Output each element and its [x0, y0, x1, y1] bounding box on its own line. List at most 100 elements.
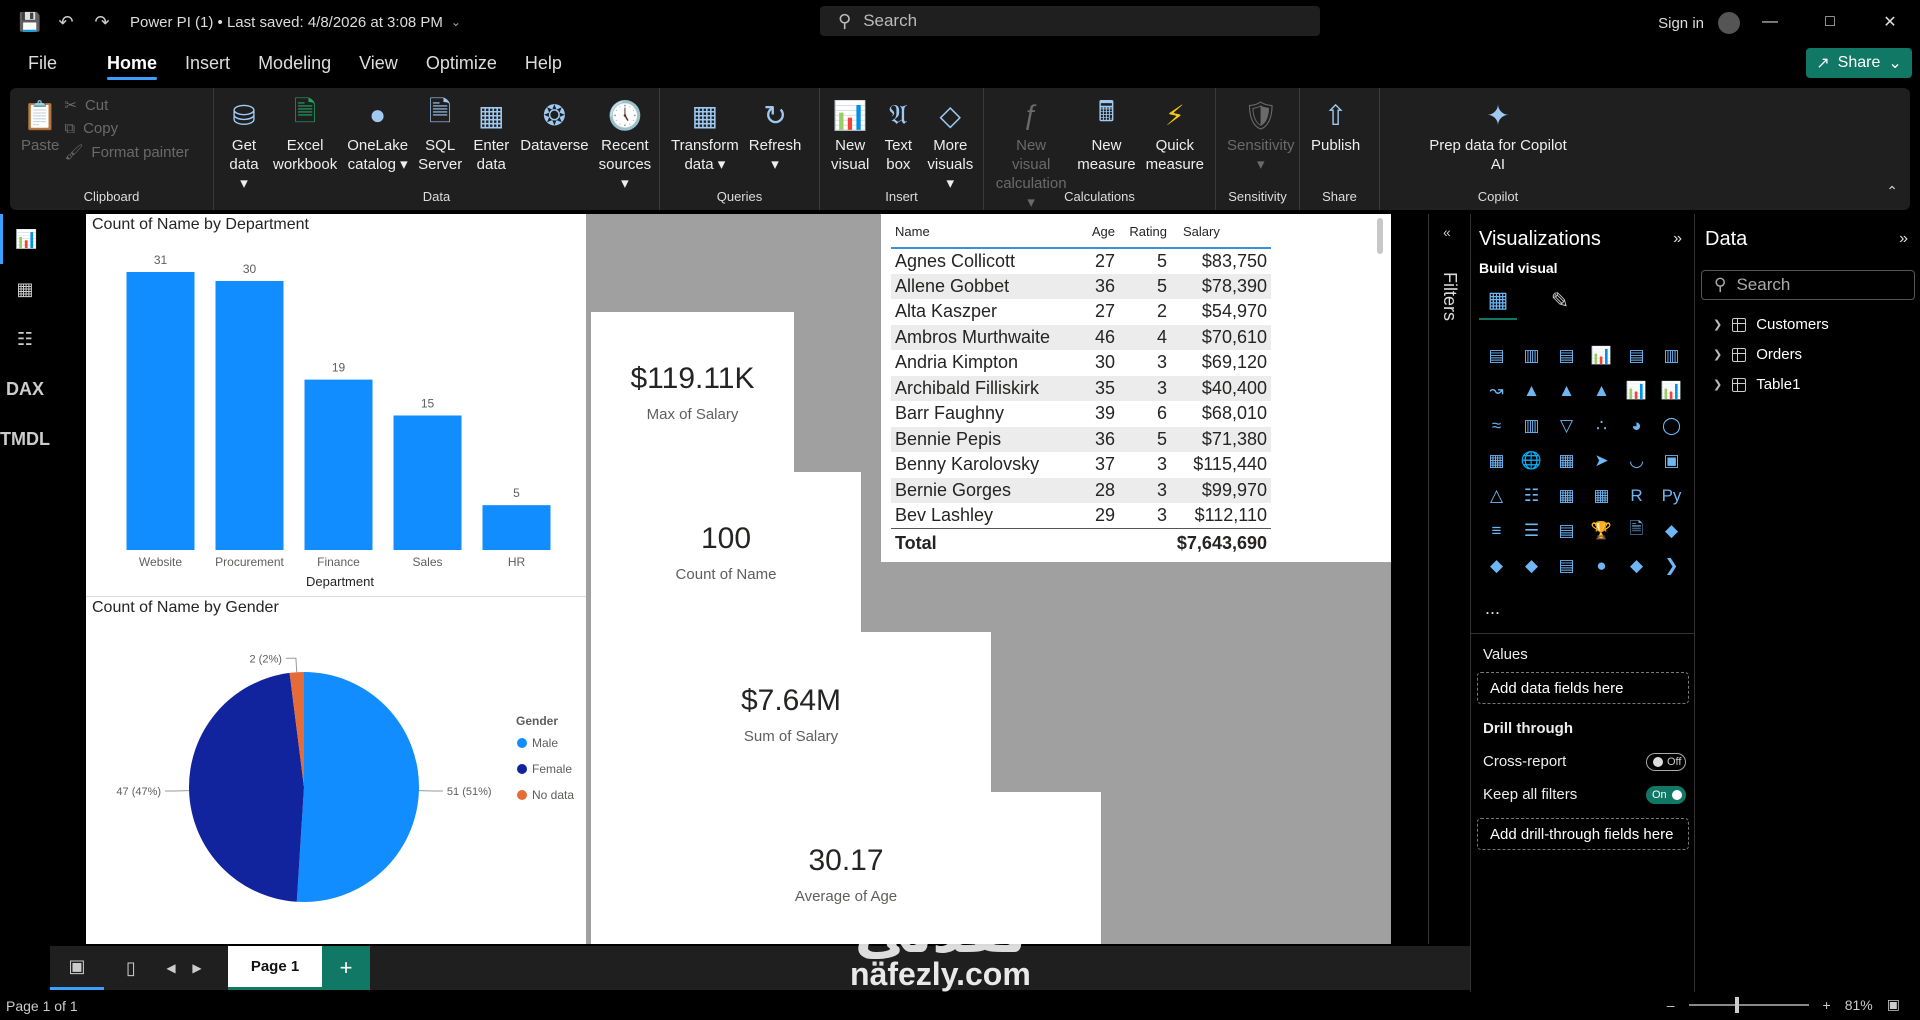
undo-icon[interactable]: ↶ — [48, 4, 84, 40]
copy-button[interactable]: ⧉ Copy — [64, 120, 189, 137]
sql-server-button[interactable]: 🗎 SQL Server — [413, 96, 467, 174]
clustered-bar-icon[interactable]: ▤ — [1549, 338, 1584, 373]
stacked-area-icon[interactable]: ▲ — [1549, 373, 1584, 408]
paste-button[interactable]: 📋 Paste — [16, 96, 64, 155]
menu-help[interactable]: Help — [511, 44, 576, 82]
map-icon[interactable]: 🌐 — [1514, 443, 1549, 478]
column-header[interactable]: Salary — [1171, 220, 1271, 249]
publish-button[interactable]: ⇧ Publish — [1306, 96, 1365, 155]
chevron-right-icon[interactable]: » — [1899, 230, 1908, 248]
card-max-salary[interactable]: $119.11K Max of Salary — [591, 312, 794, 472]
column-header[interactable]: Rating — [1119, 220, 1171, 249]
add-page-button[interactable]: + — [322, 946, 370, 990]
zoom-in-icon[interactable]: + — [1823, 997, 1831, 1013]
card-count-name[interactable]: 100 Count of Name — [591, 472, 861, 632]
zoom-slider[interactable] — [1688, 996, 1809, 1013]
paginated-report-icon[interactable]: 🗎 — [1619, 513, 1654, 548]
build-visual-tab[interactable]: ▦ — [1479, 282, 1517, 320]
donut-icon[interactable]: ◯ — [1654, 408, 1689, 443]
column-header[interactable]: Name — [891, 220, 1075, 249]
fit-page-icon[interactable]: ▣ — [1887, 996, 1900, 1013]
slicer-icon[interactable]: ☷ — [1514, 478, 1549, 513]
minimize-icon[interactable]: — — [1740, 0, 1800, 44]
table-row[interactable]: Bennie Pepis 36 5 $71,380 — [891, 426, 1271, 452]
enter-data-button[interactable]: ▦ Enter data — [467, 96, 515, 174]
save-icon[interactable]: 💾 — [12, 4, 48, 40]
waterfall-icon[interactable]: ▥ — [1514, 408, 1549, 443]
keep-all-filters-toggle[interactable]: On — [1646, 786, 1686, 804]
treemap-icon[interactable]: ▦ — [1479, 443, 1514, 478]
new-visual-button[interactable]: 📊 New visual — [826, 96, 874, 174]
share-button[interactable]: ↗ Share ⌄ — [1806, 48, 1912, 78]
card-icon[interactable]: ▣ — [1654, 443, 1689, 478]
model-view-icon[interactable]: ☷ — [0, 314, 50, 364]
metrics-icon[interactable]: ❯ — [1654, 548, 1689, 583]
power-automate-icon[interactable]: ◆ — [1479, 548, 1514, 583]
filters-label[interactable]: Filters — [1439, 272, 1460, 321]
table-scrollbar[interactable] — [1377, 218, 1383, 254]
kpi-icon[interactable]: △ — [1479, 478, 1514, 513]
key-influencers-icon[interactable]: ≡ — [1479, 513, 1514, 548]
page-tab-1[interactable]: Page 1 — [228, 946, 322, 990]
sign-in[interactable]: Sign in — [1658, 12, 1740, 34]
report-view-icon[interactable]: 📊 — [0, 214, 50, 264]
card-average-age[interactable]: 30.17 Average of Age — [591, 792, 1101, 944]
redo-icon[interactable]: ↷ — [84, 4, 120, 40]
more-visuals-ellipsis[interactable]: ... — [1485, 598, 1500, 619]
chevron-right-icon[interactable]: » — [1673, 230, 1682, 248]
chevron-left-icon[interactable]: « — [1443, 224, 1451, 240]
filled-map-icon[interactable]: ▦ — [1549, 443, 1584, 478]
table-row[interactable]: Benny Karolovsky 37 3 $115,440 — [891, 452, 1271, 478]
tree-item-customers[interactable]: ❯ Customers — [1713, 316, 1829, 333]
image-icon[interactable]: ▤ — [1549, 548, 1584, 583]
desktop-layout-icon[interactable]: ▣ — [50, 946, 104, 990]
zoom-slider-thumb[interactable] — [1734, 996, 1739, 1013]
menu-optimize[interactable]: Optimize — [412, 44, 511, 82]
100-bar-icon[interactable]: ▤ — [1619, 338, 1654, 373]
onelake-catalog-button[interactable]: ● OneLake catalog ▾ — [342, 96, 413, 174]
stacked-column-icon[interactable]: ▥ — [1514, 338, 1549, 373]
refresh-button[interactable]: ↻ Refresh ▾ — [744, 96, 807, 174]
table-row[interactable]: Bernie Gorges 28 3 $99,970 — [891, 477, 1271, 503]
scatter-icon[interactable]: ∴ — [1584, 408, 1619, 443]
zoom-out-icon[interactable]: – — [1667, 997, 1675, 1013]
menu-view[interactable]: View — [345, 44, 412, 82]
menu-file[interactable]: File — [14, 44, 71, 82]
power-apps-icon[interactable]: ◆ — [1654, 513, 1689, 548]
100-column-icon[interactable]: ▥ — [1654, 338, 1689, 373]
values-well[interactable]: Add data fields here — [1477, 672, 1689, 704]
area-chart-icon[interactable]: ▲ — [1514, 373, 1549, 408]
menu-home[interactable]: Home — [93, 44, 171, 82]
chevron-right-icon[interactable]: ▶ — [184, 946, 210, 990]
matrix-icon[interactable]: ▦ — [1584, 478, 1619, 513]
close-icon[interactable]: ✕ — [1860, 0, 1920, 44]
card-sum-salary[interactable]: $7.64M Sum of Salary — [591, 632, 991, 792]
dax-query-view-icon[interactable]: DAX — [0, 364, 50, 414]
menu-modeling[interactable]: Modeling — [244, 44, 345, 82]
tmdl-view-icon[interactable]: TMDL — [0, 414, 50, 464]
menu-insert[interactable]: Insert — [171, 44, 244, 82]
table-visual[interactable]: Name Age Rating Salary Agnes Collicott 27… — [881, 214, 1391, 562]
line-column-icon[interactable]: 📊 — [1619, 373, 1654, 408]
transform-data-button[interactable]: ▦ Transform data ▾ — [666, 96, 744, 174]
python-visual-icon[interactable]: Py — [1654, 478, 1689, 513]
table-row[interactable]: Andria Kimpton 30 3 $69,120 — [891, 350, 1271, 376]
chevron-down-icon[interactable]: ⌄ — [451, 15, 461, 29]
funnel-icon[interactable]: ▽ — [1549, 408, 1584, 443]
chevron-up-icon[interactable]: ⌃ — [1886, 183, 1898, 200]
trophy-icon[interactable]: 🏆 — [1584, 513, 1619, 548]
azure-map-icon[interactable]: ➤ — [1584, 443, 1619, 478]
chevron-left-icon[interactable]: ◀ — [158, 946, 184, 990]
drill-through-well[interactable]: Add drill-through fields here — [1477, 818, 1689, 850]
mobile-layout-icon[interactable]: ▯ — [104, 946, 158, 990]
pie-chart-visual[interactable]: Count of Name by Gender 51 (51%) 47 (47%)… — [86, 596, 586, 944]
table-icon[interactable]: ▦ — [1549, 478, 1584, 513]
recent-sources-button[interactable]: 🕔 Recent sources ▾ — [594, 96, 657, 193]
text-box-button[interactable]: 𝔄 Text box — [874, 96, 922, 174]
quick-measure-button[interactable]: ⚡ Quick measure — [1141, 96, 1209, 174]
table-row[interactable]: Barr Faughny 39 6 $68,010 — [891, 401, 1271, 427]
table-row[interactable]: Bev Lashley 29 3 $112,110 — [891, 503, 1271, 529]
table-view-icon[interactable]: ▦ — [0, 264, 50, 314]
clustered-column-icon[interactable]: 📊 — [1584, 338, 1619, 373]
sensitivity-button[interactable]: 🛡 Sensitivity ▾ — [1222, 96, 1300, 174]
